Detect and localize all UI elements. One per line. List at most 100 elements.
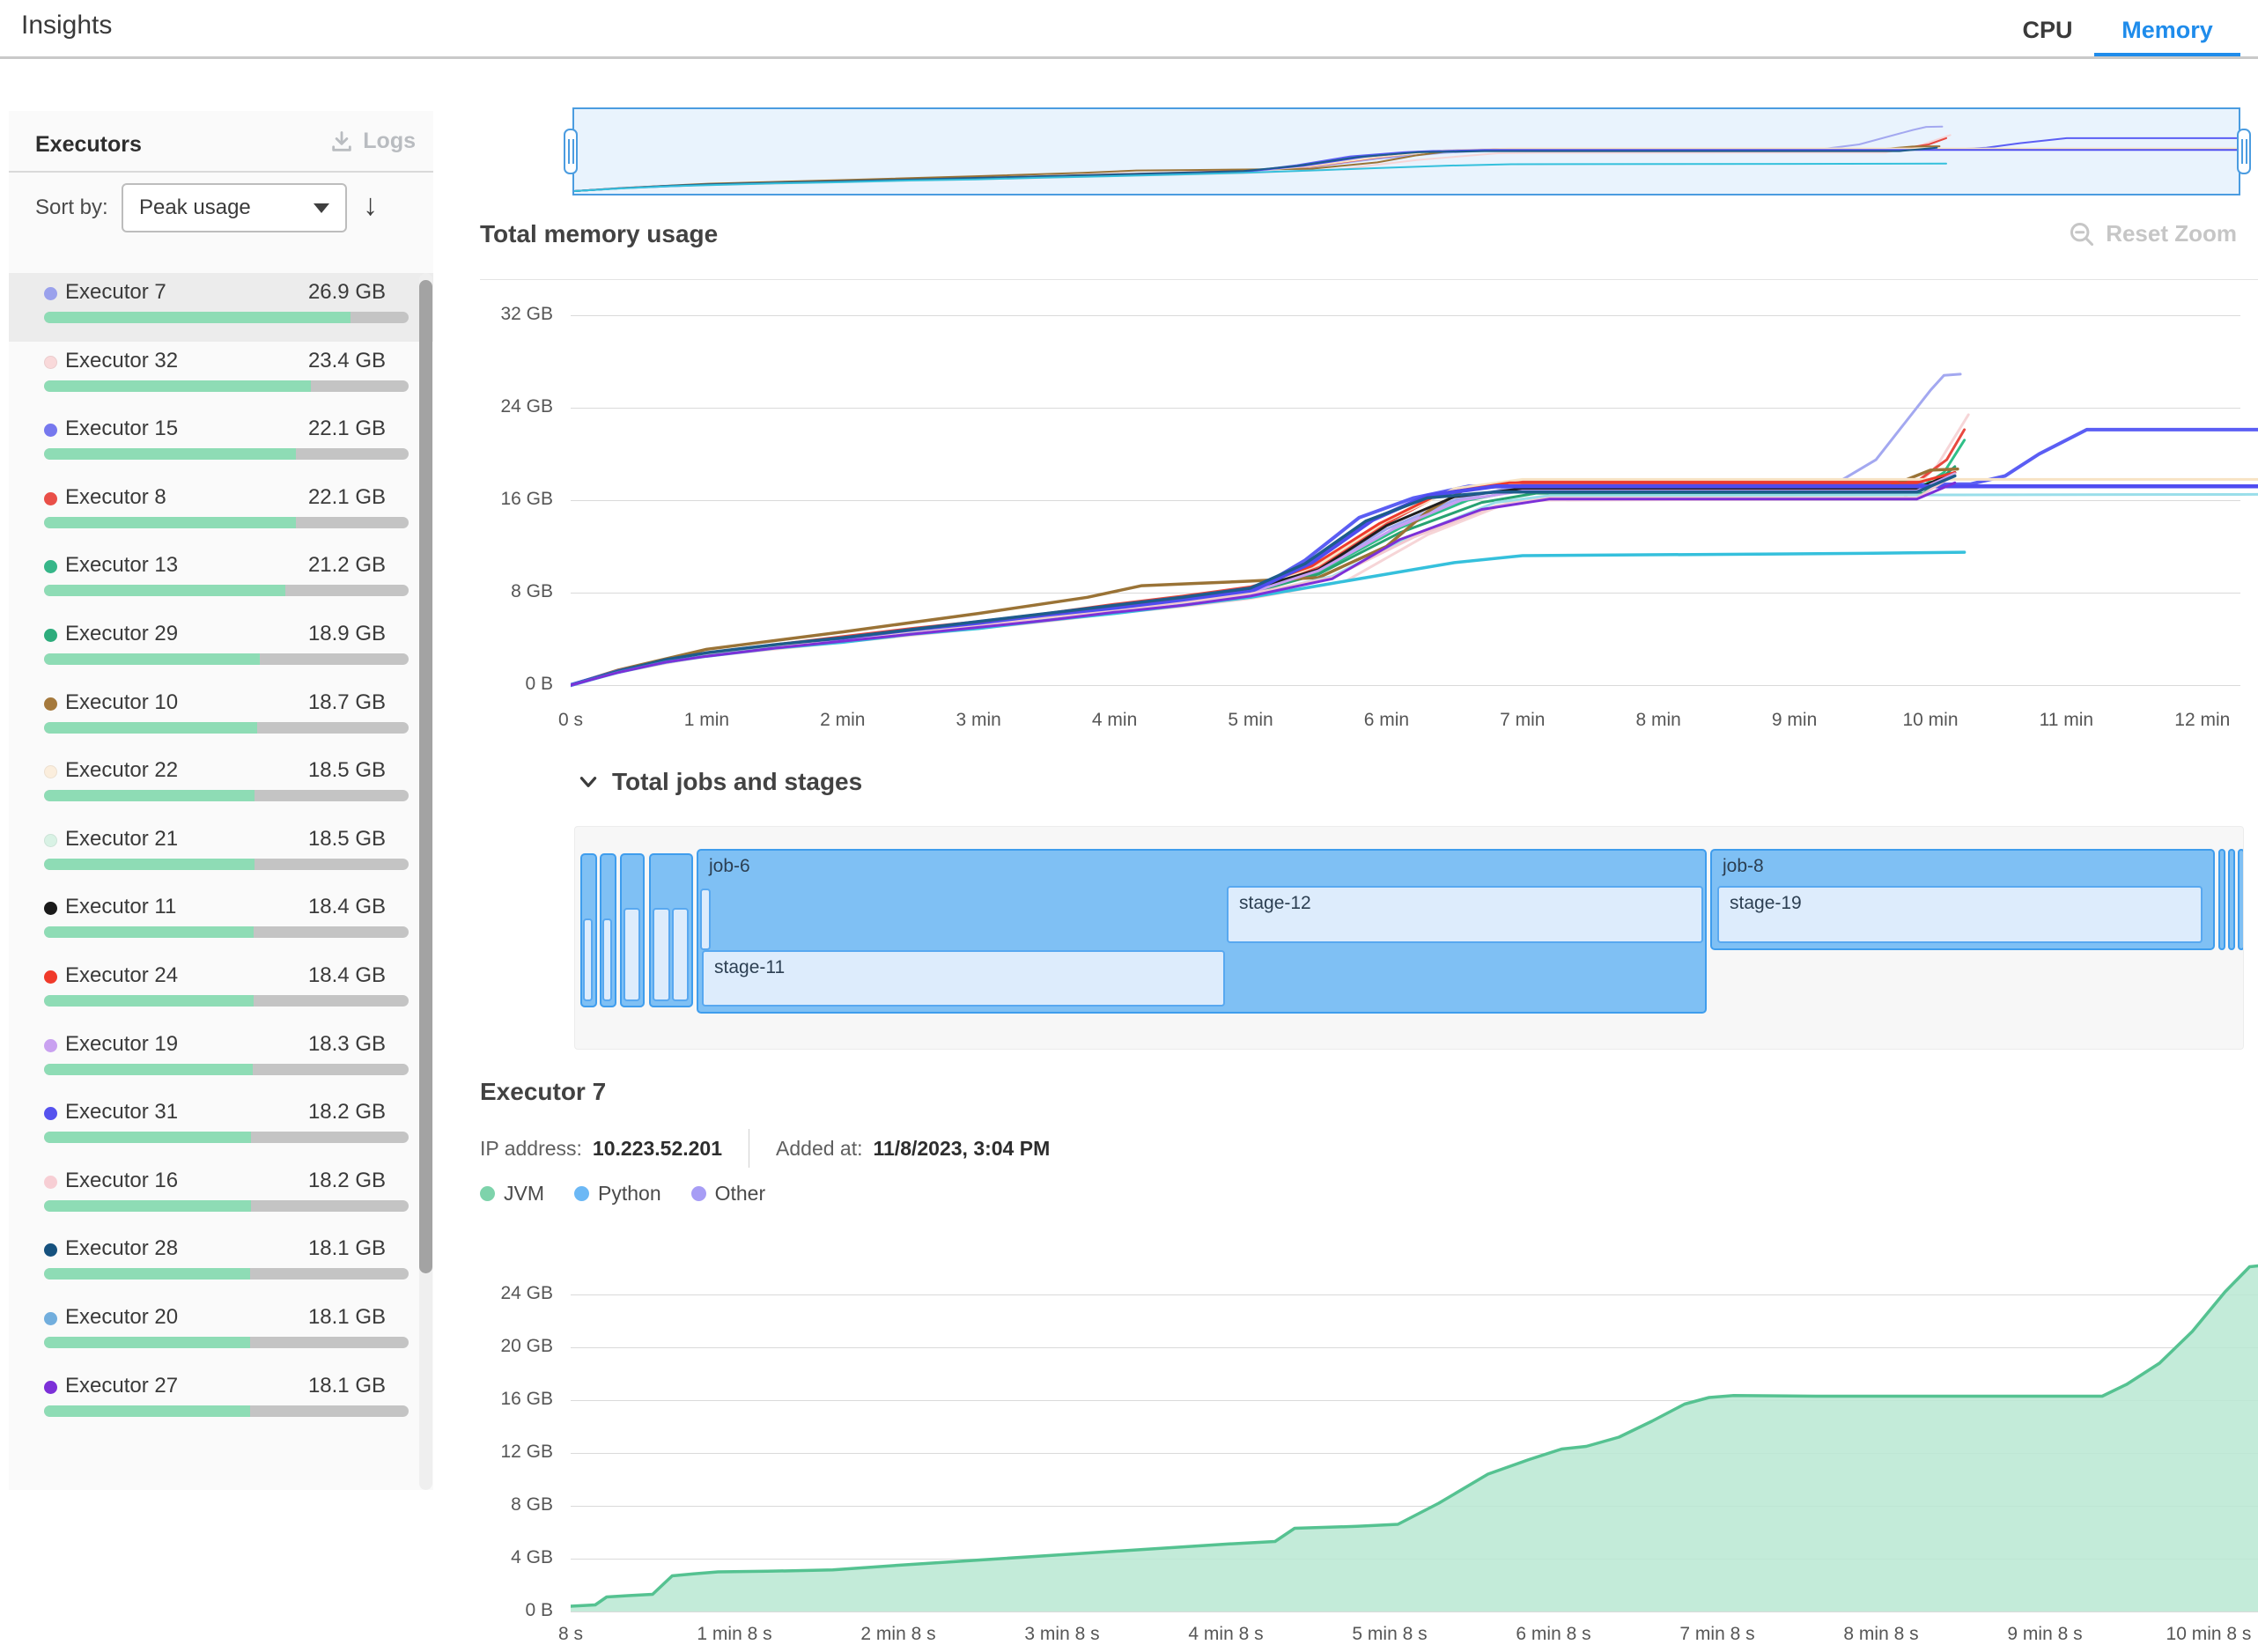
logs-button[interactable]: Logs (329, 129, 416, 154)
executor-row[interactable]: Executor 2018.1 GB (9, 1298, 433, 1367)
executor-usage-bar (44, 380, 409, 392)
y-axis-tick-label: 8 GB (477, 581, 553, 602)
executor-row[interactable]: Executor 2218.5 GB (9, 751, 433, 820)
executor-usage-bar (44, 1064, 409, 1075)
executor-usage-bar (44, 448, 409, 460)
executor-row[interactable]: Executor 1618.2 GB (9, 1162, 433, 1230)
total-memory-line-chart[interactable] (571, 299, 2258, 696)
chart-line (571, 430, 2258, 685)
x-axis-tick-label: 3 min (917, 710, 1040, 731)
executor-usage-bar (44, 926, 409, 938)
executor-name: Executor 24 (65, 963, 178, 988)
chart-line (571, 552, 1965, 685)
section-divider (480, 279, 2258, 280)
chart-line (571, 469, 1958, 685)
executor-row[interactable]: Executor 1018.7 GB (9, 683, 433, 752)
reset-zoom-label: Reset Zoom (2106, 220, 2237, 247)
reset-zoom-button[interactable]: Reset Zoom (2069, 220, 2237, 247)
executor-usage-bar-fill (44, 653, 260, 665)
y-axis-tick-label: 12 GB (477, 1442, 553, 1463)
gantt-stage-bar[interactable]: stage-19 (1717, 886, 2203, 943)
executor-name: Executor 11 (65, 895, 176, 919)
x-axis-tick-label: 6 min 8 s (1492, 1624, 1615, 1645)
executor-color-dot (44, 902, 57, 915)
x-axis-tick-label: 10 min (1869, 710, 1992, 731)
executor-name: Executor 32 (65, 349, 178, 373)
memory-type-legend: JVMPythonOther (480, 1182, 765, 1206)
tab-cpu[interactable]: CPU (2012, 7, 2083, 53)
executor-peak-value: 18.1 GB (308, 1305, 386, 1330)
gantt-stage-bar[interactable]: stage-11 (702, 950, 1225, 1007)
gantt-stage-bar[interactable] (700, 889, 711, 950)
executor-usage-bar-fill (44, 312, 351, 323)
executor-color-dot (44, 1243, 57, 1257)
executor-peak-value: 18.2 GB (308, 1169, 386, 1193)
gantt-stage-label: stage-19 (1730, 893, 1802, 914)
sort-direction-button[interactable]: ↓ (363, 188, 378, 223)
executor-row[interactable]: Executor 2418.4 GB (9, 956, 433, 1025)
gantt-job-bar[interactable] (2238, 849, 2244, 950)
executor-row[interactable]: Executor 3223.4 GB (9, 342, 433, 410)
chart-line (571, 473, 1955, 686)
x-axis-tick-label: 5 min (1189, 710, 1312, 731)
executor-row[interactable]: Executor 1918.3 GB (9, 1025, 433, 1094)
gantt-stage-bar[interactable] (602, 918, 612, 1001)
executor-row[interactable]: Executor 2118.5 GB (9, 820, 433, 889)
executor-row[interactable]: Executor 822.1 GB (9, 478, 433, 547)
chart-line (574, 149, 2239, 191)
executor-usage-bar-fill (44, 995, 254, 1007)
executor-color-dot (44, 492, 57, 505)
tab-memory[interactable]: Memory (2094, 7, 2240, 53)
executor-memory-area-chart[interactable] (571, 1250, 2258, 1613)
executor-meta-row: IP address: 10.223.52.201 Added at: 11/8… (480, 1129, 1050, 1168)
x-axis-tick-label: 3 min 8 s (1000, 1624, 1124, 1645)
gantt-stage-bar[interactable] (653, 908, 670, 1001)
x-axis-tick-label: 8 s (509, 1624, 632, 1645)
gantt-stage-bar[interactable] (583, 918, 593, 1001)
executor-row[interactable]: Executor 1522.1 GB (9, 409, 433, 478)
executor-color-dot (44, 970, 57, 984)
x-axis-tick-label: 9 min (1733, 710, 1856, 731)
legend-label: JVM (504, 1182, 544, 1206)
gantt-stage-bar[interactable] (672, 908, 689, 1001)
executor-usage-bar (44, 1337, 409, 1348)
chart-line (571, 479, 2258, 685)
executor-color-dot (44, 1107, 57, 1120)
gantt-job-bar[interactable] (2228, 849, 2235, 950)
executor-row[interactable]: Executor 2818.1 GB (9, 1229, 433, 1298)
scrollbar-thumb[interactable] (419, 280, 432, 1273)
executor-name: Executor 27 (65, 1374, 178, 1398)
jobs-section-toggle[interactable]: Total jobs and stages (577, 768, 862, 796)
executor-row[interactable]: Executor 2918.9 GB (9, 615, 433, 683)
brush-handle-right[interactable] (2237, 129, 2251, 174)
jobs-section-title: Total jobs and stages (612, 768, 862, 796)
executor-name: Executor 22 (65, 758, 178, 783)
executor-row[interactable]: Executor 1118.4 GB (9, 888, 433, 956)
gantt-job-bar[interactable] (2218, 849, 2225, 950)
area-fill (571, 1265, 2258, 1611)
executor-row[interactable]: Executor 2718.1 GB (9, 1367, 433, 1435)
x-axis-tick-label: 6 min (1325, 710, 1448, 731)
sort-select[interactable]: Peak usage (122, 183, 347, 232)
executor-usage-bar (44, 1132, 409, 1143)
gantt-job-label: job-8 (1723, 856, 1764, 877)
chevron-down-icon (314, 203, 329, 213)
executor-row[interactable]: Executor 3118.2 GB (9, 1093, 433, 1162)
gantt-stage-bar[interactable] (624, 908, 640, 1001)
executors-panel: Executors Logs Sort by: Peak usage ↓ Exe… (9, 111, 433, 1490)
legend-color-dot (480, 1186, 495, 1201)
y-axis-tick-label: 20 GB (477, 1336, 553, 1357)
executor-usage-bar (44, 995, 409, 1007)
brush-handle-left[interactable] (564, 129, 578, 174)
header-divider (0, 56, 2258, 59)
executor-usage-bar (44, 722, 409, 734)
executor-usage-bar-fill (44, 790, 255, 801)
executor-usage-bar (44, 585, 409, 596)
executor-row[interactable]: Executor 1321.2 GB (9, 546, 433, 615)
executor-row[interactable]: Executor 726.9 GB (9, 273, 433, 342)
executor-usage-bar-fill (44, 1268, 250, 1280)
gantt-stage-bar[interactable]: stage-12 (1227, 886, 1703, 943)
x-axis-tick-label: 2 min 8 s (837, 1624, 960, 1645)
zoom-brush-strip[interactable] (572, 107, 2240, 195)
executor-peak-value: 18.3 GB (308, 1032, 386, 1057)
